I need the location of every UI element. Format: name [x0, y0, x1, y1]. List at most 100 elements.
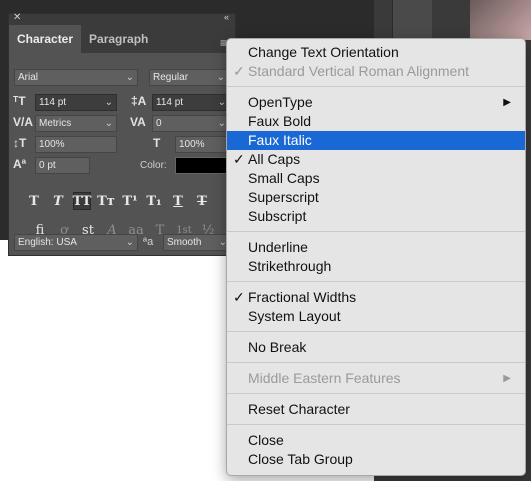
font-size-field[interactable]: 114 pt ⌄ [35, 94, 117, 111]
faux-italic-button[interactable]: T [49, 192, 67, 210]
font-size-value: 114 pt [39, 97, 67, 108]
menu-item-label: Standard Vertical Roman Alignment [248, 63, 470, 79]
superscript-button[interactable]: T¹ [121, 192, 139, 210]
kerning-icon: V/A [13, 115, 34, 129]
menu-separator [227, 281, 525, 282]
menu-item-label: Underline [248, 239, 308, 255]
text-style-buttons: T T TT Tт T¹ T₁ T T [25, 192, 211, 210]
menu-separator [227, 424, 525, 425]
menu-separator [227, 331, 525, 332]
antialias-select[interactable]: Smooth ⌄ [163, 234, 231, 251]
font-size-icon: ᵀT [13, 94, 26, 108]
leading-field[interactable]: 114 pt ⌄ [152, 94, 230, 111]
underline-button[interactable]: T [169, 192, 187, 210]
menu-item-superscript[interactable]: Superscript [227, 188, 525, 207]
submenu-arrow-icon: ▶ [503, 97, 511, 108]
menu-item-strikethrough[interactable]: Strikethrough [227, 257, 525, 276]
all-caps-button[interactable]: TT [73, 192, 91, 210]
tab-character[interactable]: Character [9, 25, 82, 53]
baseline-shift-icon: Aª [13, 157, 27, 171]
menu-item-standard-vertical-roman-alignment: ✓ Standard Vertical Roman Alignment [227, 62, 525, 81]
menu-item-label: OpenType [248, 94, 313, 110]
vertical-scale-value: 100% [39, 139, 65, 150]
menu-item-faux-bold[interactable]: Faux Bold [227, 112, 525, 131]
menu-item-label: System Layout [248, 308, 341, 324]
vertical-scale-field[interactable]: 100% [35, 136, 117, 153]
tracking-value: 0 [156, 118, 162, 129]
color-label: Color: [140, 160, 167, 171]
character-panel: ✕ « Character Paragraph ≡ Arial ⌄ Regula… [8, 12, 236, 256]
menu-item-faux-italic[interactable]: Faux Italic [227, 131, 525, 150]
menu-item-close-tab-group[interactable]: Close Tab Group [227, 450, 525, 469]
font-family-value: Arial [18, 72, 39, 83]
menu-item-change-text-orientation[interactable]: Change Text Orientation [227, 43, 525, 62]
menu-item-label: Faux Italic [248, 132, 312, 148]
menu-item-label: Close [248, 432, 284, 448]
chevron-down-icon: ⌄ [104, 118, 113, 129]
antialias-icon: ªa [143, 236, 154, 248]
small-caps-button[interactable]: Tт [97, 192, 115, 210]
menu-separator [227, 231, 525, 232]
menu-item-no-break[interactable]: No Break [227, 338, 525, 357]
menu-item-system-layout[interactable]: System Layout [227, 307, 525, 326]
leading-icon: ‡A [131, 94, 147, 108]
menu-item-label: Subscript [248, 208, 307, 224]
menu-separator [227, 362, 525, 363]
chevron-down-icon: ⌄ [217, 118, 226, 129]
menu-item-label: Faux Bold [248, 113, 312, 129]
checkmark-icon: ✓ [233, 289, 245, 305]
submenu-arrow-icon: ▶ [503, 373, 511, 384]
menu-item-underline[interactable]: Underline [227, 238, 525, 257]
menu-item-label: Fractional Widths [248, 289, 357, 305]
horizontal-scale-value: 100% [179, 139, 205, 150]
menu-item-reset-character[interactable]: Reset Character [227, 400, 525, 419]
panel-title-bar[interactable]: ✕ « [9, 12, 235, 25]
kerning-field[interactable]: Metrics ⌄ [35, 115, 117, 132]
checkmark-icon: ✓ [233, 151, 245, 167]
chevron-down-icon: ⌄ [217, 97, 226, 108]
horizontal-scale-field[interactable]: 100% [175, 136, 230, 153]
baseline-shift-field[interactable]: 0 pt [35, 157, 90, 174]
faux-bold-button[interactable]: T [25, 192, 43, 210]
leading-value: 114 pt [156, 97, 184, 108]
menu-item-small-caps[interactable]: Small Caps [227, 169, 525, 188]
menu-item-all-caps[interactable]: ✓ All Caps [227, 150, 525, 169]
panel-flyout-menu: Change Text Orientation ✓ Standard Verti… [226, 38, 526, 476]
panel-tabs: Character Paragraph [9, 25, 235, 53]
menu-item-label: Middle Eastern Features [248, 370, 401, 386]
chevron-down-icon: ⌄ [104, 97, 113, 108]
baseline-shift-value: 0 pt [39, 160, 56, 171]
vertical-scale-icon: ↕T [13, 136, 27, 150]
horizontal-scale-icon: T [153, 136, 161, 150]
subscript-button[interactable]: T₁ [145, 192, 163, 210]
menu-item-close[interactable]: Close [227, 431, 525, 450]
kerning-value: Metrics [39, 118, 72, 129]
language-value: English: USA [18, 237, 77, 248]
navigator-thumbnail [470, 0, 531, 40]
close-icon[interactable]: ✕ [13, 12, 21, 23]
menu-separator [227, 86, 525, 87]
menu-item-fractional-widths[interactable]: ✓ Fractional Widths [227, 288, 525, 307]
strikethrough-button[interactable]: T [193, 192, 211, 210]
menu-item-label: Reset Character [248, 401, 350, 417]
chevron-down-icon: ⌄ [125, 237, 134, 248]
menu-item-label: Change Text Orientation [248, 44, 399, 60]
language-select[interactable]: English: USA ⌄ [14, 234, 138, 251]
antialias-value: Smooth [167, 237, 202, 248]
tracking-field[interactable]: 0 ⌄ [152, 115, 230, 132]
chevron-down-icon: ⌄ [125, 72, 134, 83]
menu-item-opentype[interactable]: OpenType ▶ [227, 93, 525, 112]
menu-item-label: Close Tab Group [248, 451, 353, 467]
font-style-select[interactable]: Regular ⌄ [149, 69, 229, 86]
menu-item-label: Strikethrough [248, 258, 332, 274]
menu-item-label: Superscript [248, 189, 319, 205]
font-family-select[interactable]: Arial ⌄ [14, 69, 138, 86]
tab-paragraph[interactable]: Paragraph [81, 25, 156, 53]
checkmark-icon: ✓ [233, 63, 245, 79]
color-swatch[interactable] [175, 157, 231, 174]
menu-item-subscript[interactable]: Subscript [227, 207, 525, 226]
menu-item-middle-eastern-features: Middle Eastern Features ▶ [227, 369, 525, 388]
tracking-icon: VA [130, 115, 146, 129]
chevron-down-icon: ⌄ [216, 72, 225, 83]
collapse-icon[interactable]: « [224, 12, 229, 22]
